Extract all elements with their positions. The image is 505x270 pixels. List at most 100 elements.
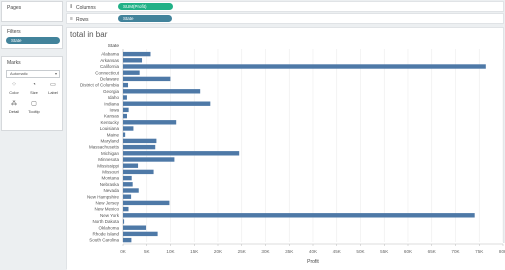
columns-shelf-label: Columns [76,4,96,11]
category-label: Delaware [100,77,120,82]
bar [123,138,157,144]
bar [123,107,129,113]
label-label: Label [48,90,58,95]
category-label: Mississippi [97,163,119,168]
filters-card: Filters State [1,25,63,49]
tooltip-button[interactable]: ▢ Tooltip [26,100,42,116]
category-label: New Jersey [95,201,119,206]
marks-title: Marks [7,60,21,66]
bar [123,151,240,156]
x-tick-label: 15K [190,249,199,254]
bar [123,58,143,63]
category-label: Arkansas [100,58,120,63]
columns-shelf[interactable]: ⦀ Columns SUM(Profit) [66,1,504,12]
category-label: Georgia [103,89,120,94]
bar [123,132,126,137]
size-icon: ◔ [32,82,36,88]
bar [123,89,201,94]
bar [123,64,486,69]
chevron-down-icon: ▾ [54,71,57,76]
category-label: District of Columbia [80,83,120,88]
bar [123,76,171,82]
filters-title: Filters [7,29,21,35]
x-tick-label: 40K [309,249,318,254]
bar [123,182,133,187]
bar [123,157,175,162]
size-button[interactable]: ◔ Size [26,81,42,97]
color-button[interactable]: ⁘ Color [6,81,22,97]
rows-pill-state[interactable]: State [118,15,172,22]
category-label: Idaho [108,95,120,100]
category-label: Iowa [109,108,119,113]
bar [123,126,134,131]
x-tick-label: 45K [333,249,342,254]
x-tick-label: 65K [428,249,437,254]
bar-chart: State AlabamaArkansasCaliforniaConnecticu… [67,43,505,270]
mark-type-value: Automatic [10,71,28,76]
pages-title: Pages [7,5,22,11]
category-label: Maryland [100,139,119,144]
detail-button[interactable]: ⁂ Detail [6,100,22,116]
category-label: Michigan [101,151,120,156]
category-label: Connecticut [95,70,120,75]
tooltip-label: Tooltip [28,109,40,114]
detail-label: Detail [8,109,20,114]
category-label: Kansas [104,114,120,119]
size-label: Size [30,90,38,95]
category-label: Massachusetts [89,145,120,150]
x-tick-label: 60K [404,249,413,254]
category-label: New Mexico [94,207,119,212]
x-tick-label: 5K [144,249,151,254]
x-tick-label: 50K [356,249,365,254]
tooltip-icon: ▢ [31,101,37,107]
category-label: Rhode Island [92,232,119,237]
category-label: Montana [101,176,119,181]
bar [123,219,125,224]
bar [123,144,156,150]
marks-card: Marks Automatic ▾ ⁘ Color ◔ Size ▭ Label… [1,56,63,131]
x-axis-title: Profit [307,259,319,265]
bar [123,225,147,230]
filter-pill-state[interactable]: State [6,37,60,44]
label-button[interactable]: ▭ Label [45,81,61,97]
bar [123,101,211,106]
bar [123,188,139,193]
bar [123,175,132,181]
x-tick-label: 25K [238,249,247,254]
bar [123,70,140,75]
rows-icon: ≡ [70,16,73,22]
x-tick-label: 10K [166,249,175,254]
x-tick-label: 55K [380,249,389,254]
category-label: Kentucky [100,120,119,125]
detail-icon: ⁂ [11,101,17,107]
category-label: Maine [107,132,120,137]
category-label: Nevada [103,188,119,193]
bar [123,51,151,57]
bar [123,95,127,100]
rows-shelf[interactable]: ≡ Rows State [66,13,504,24]
columns-icon: ⦀ [70,4,73,10]
x-tick-label: 35K [285,249,294,254]
bar [123,200,170,206]
chart-title: total in bar [70,30,108,39]
category-label: South Carolina [89,238,119,243]
bar [123,169,154,175]
category-label: Minnesota [98,157,119,162]
bar [123,82,129,88]
category-label: Alabama [101,52,119,57]
pages-card: Pages [1,1,63,22]
axis-background [67,243,505,270]
x-tick-label: 80K [499,249,505,254]
label-icon: ▭ [50,82,56,88]
bar [123,237,132,243]
category-label: California [100,64,120,69]
bar [123,120,177,125]
x-tick-label: 20K [214,249,223,254]
y-axis-header: State [108,43,120,49]
columns-pill-sum-profit[interactable]: SUM(Profit) [118,3,173,10]
bar [123,194,132,199]
mark-type-dropdown[interactable]: Automatic ▾ [6,70,60,78]
category-label: New York [100,213,120,218]
bar [123,163,139,168]
category-label: Missouri [102,170,119,175]
